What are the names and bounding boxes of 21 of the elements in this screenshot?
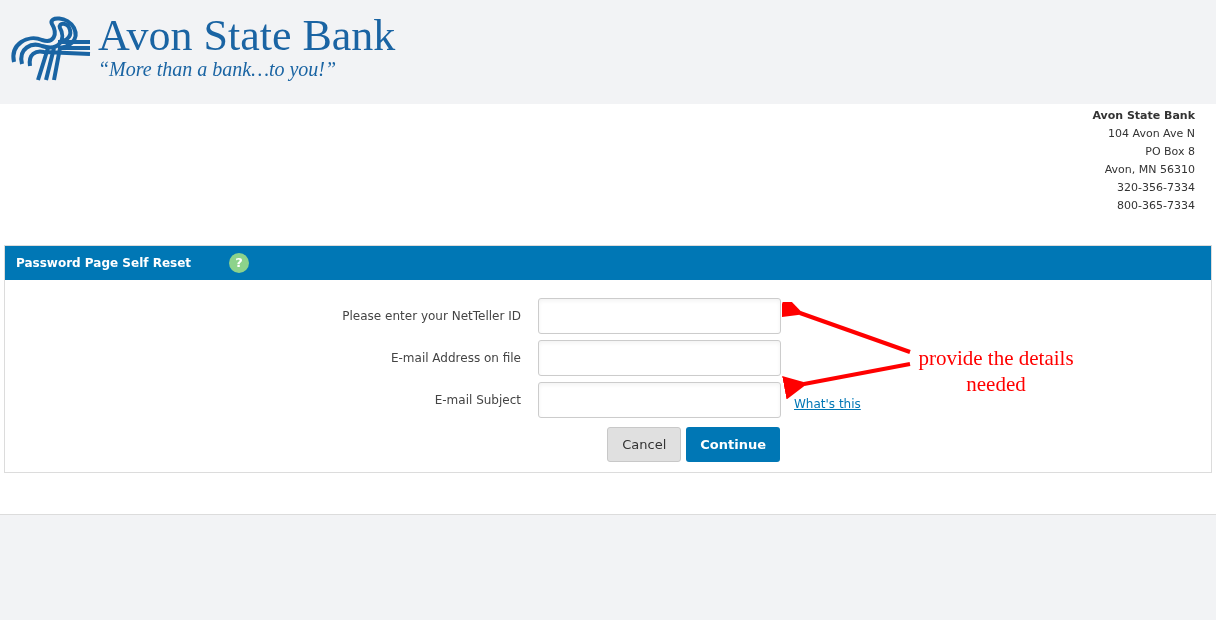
cancel-button[interactable]: Cancel: [607, 427, 682, 462]
address-line: 104 Avon Ave N: [1108, 126, 1195, 142]
whats-this-link[interactable]: What's this: [794, 395, 861, 413]
input-field[interactable]: [538, 382, 781, 418]
address-title: Avon State Bank: [1092, 108, 1195, 124]
address-line: 320-356-7334: [1117, 180, 1195, 196]
continue-button[interactable]: Continue: [686, 427, 780, 462]
input-field[interactable]: [538, 340, 781, 376]
field-label: E-mail Subject: [433, 392, 521, 409]
annotation-text: needed: [966, 371, 1026, 397]
address-line: 800-365-7334: [1117, 198, 1195, 214]
address-line: Avon, MN 56310: [1104, 162, 1195, 178]
bank-tagline: “More than a bank…to you!”: [98, 58, 338, 80]
annotation-text: provide the details: [918, 345, 1074, 371]
address-line: PO Box 8: [1145, 144, 1195, 160]
field-label: E-mail Address on file: [389, 350, 521, 367]
input-field[interactable]: [538, 298, 781, 334]
field-label: Please enter your NetTeller ID: [341, 308, 521, 325]
bank-name: Avon State Bank: [98, 14, 396, 58]
logo-icon: [8, 14, 92, 82]
panel-title: Password Page Self Reset: [16, 255, 192, 272]
